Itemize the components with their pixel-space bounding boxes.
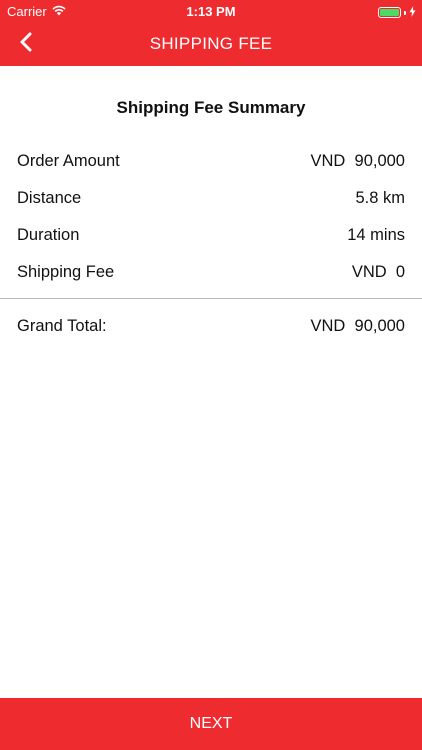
status-bar: Carrier 1:13 PM: [0, 0, 422, 22]
page-title: SHIPPING FEE: [149, 34, 273, 53]
status-time: 1:13 PM: [186, 4, 236, 19]
divider: [0, 298, 422, 299]
shipping-fee-row: Shipping Fee VND 0: [0, 259, 422, 296]
order-amount-row: Order Amount VND 90,000: [0, 148, 422, 185]
distance-row: Distance 5.8 km: [0, 185, 422, 222]
battery-cap: [404, 10, 406, 15]
battery-level: [380, 9, 399, 16]
grand-total-value: VND 90,000: [310, 317, 405, 335]
next-button-label: NEXT: [189, 715, 233, 732]
battery-icon: [378, 7, 401, 18]
nav-bar: SHIPPING FEE: [0, 22, 422, 66]
fee-summary-list: Order Amount VND 90,000 Distance 5.8 km …: [0, 148, 422, 296]
row-value: VND 0: [351, 263, 405, 281]
row-value: 14 mins: [347, 226, 405, 244]
duration-row: Duration 14 mins: [0, 222, 422, 259]
summary-title: Shipping Fee Summary: [116, 98, 306, 117]
bolt-icon: [409, 5, 416, 20]
status-right: [378, 5, 416, 20]
row-label: Duration: [17, 226, 80, 244]
row-label: Order Amount: [17, 152, 120, 170]
app-header: Carrier 1:13 PM SHIPPING FEE: [0, 0, 422, 66]
shipping-fee-screen: Carrier 1:13 PM SHIPPING FEE Shipping Fe…: [0, 0, 422, 750]
row-label: Shipping Fee: [17, 263, 115, 281]
grand-total-row: Grand Total: VND 90,000: [0, 313, 422, 343]
row-label: Distance: [17, 189, 82, 207]
row-value: VND 90,000: [310, 152, 405, 170]
row-value: 5.8 km: [355, 189, 405, 207]
next-button[interactable]: NEXT: [0, 698, 422, 750]
grand-total-label: Grand Total:: [17, 317, 107, 335]
